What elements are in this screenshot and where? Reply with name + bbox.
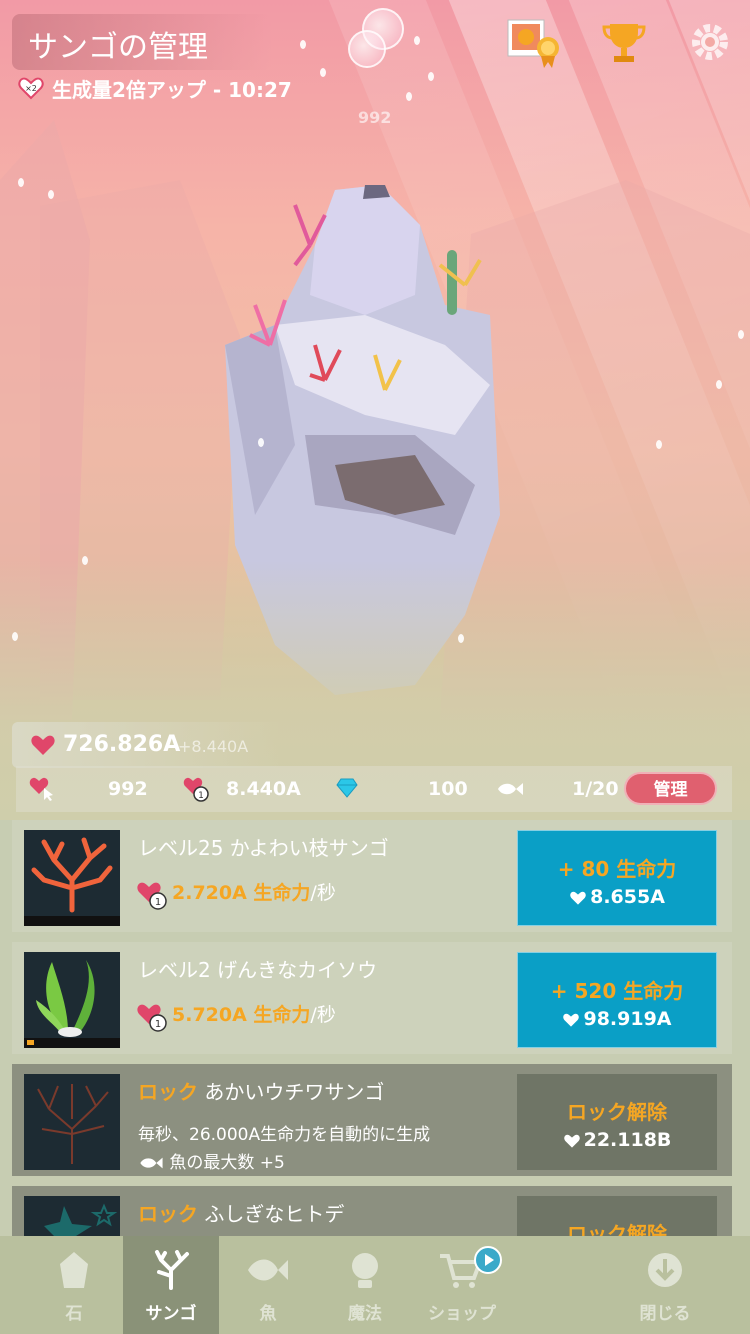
lock-label: ロック	[138, 1202, 198, 1226]
buy-gain: + 80 生命力	[557, 857, 677, 881]
unlock-label: ロック解除	[567, 1222, 667, 1236]
heart-boost-icon: ×2	[18, 77, 44, 100]
item-rate: 2.720A 生命力/秒	[172, 882, 336, 904]
unlock-button[interactable]: ロック解除 22.118B	[517, 1074, 717, 1170]
tab-label: サンゴ	[145, 1304, 197, 1324]
buy-gain: + 520 生命力	[550, 979, 684, 1003]
auto-heart-icon: 1	[183, 777, 209, 802]
page-title: サンゴの管理	[28, 30, 208, 65]
sea-fan-silhouette	[37, 1084, 109, 1164]
item-description: 毎秒、26.000A生命力を自動的に生成	[138, 1125, 431, 1145]
floating-counter: 992	[358, 108, 392, 127]
starfish-silhouette	[44, 1203, 118, 1236]
starfish-thumbnail[interactable]	[24, 1196, 120, 1236]
branch-coral-image	[31, 837, 113, 913]
tab-coral[interactable]: サンゴ	[123, 1236, 219, 1334]
auto-heart-icon: 1	[137, 882, 167, 910]
buy-cost: 98.919A	[518, 1008, 716, 1030]
settings-gear-icon[interactable]	[686, 18, 734, 66]
gem-count: 100	[428, 778, 468, 800]
svg-text:1: 1	[155, 1019, 161, 1030]
lock-label: ロック	[138, 1080, 198, 1104]
fish-icon	[498, 783, 523, 795]
per-second-value: 8.440A	[226, 778, 301, 800]
level-up-button[interactable]: + 80 生命力 8.655A	[517, 830, 717, 926]
fish-icon	[140, 1157, 163, 1169]
tab-label: 石	[65, 1304, 83, 1324]
coral-item-row: レベル2 げんきなカイソウ 1 5.720A 生命力/秒 + 520 生命力 9…	[12, 942, 732, 1054]
heart-icon	[31, 735, 55, 755]
unlock-label: ロック解除	[567, 1100, 667, 1124]
tab-label: 閉じる	[639, 1304, 691, 1324]
seaweed-image	[36, 960, 95, 1037]
tap-count: 992	[108, 778, 148, 800]
close-down-icon	[648, 1253, 682, 1287]
level-up-button[interactable]: + 520 生命力 98.919A	[517, 952, 717, 1048]
heart-icon	[563, 1134, 580, 1148]
item-name: ロック あかいウチワサンゴ	[138, 1080, 385, 1104]
tab-label: 魚	[259, 1304, 277, 1324]
branch-coral-thumbnail[interactable]	[24, 830, 120, 926]
magic-icon	[352, 1253, 378, 1288]
locked-item-row: ロック あかいウチワサンゴ 毎秒、26.000A生命力を自動的に生成 魚の最大数…	[12, 1064, 732, 1176]
auto-heart-icon: 1	[137, 1004, 167, 1032]
level-progress	[27, 1040, 34, 1045]
boost-timer-text: 生成量2倍アップ - 10:27	[52, 78, 292, 102]
coral-item-row: レベル25 かよわい枝サンゴ 1 2.720A 生命力/秒 + 80 生命力 8…	[12, 820, 732, 932]
tab-label: ショップ	[428, 1304, 496, 1324]
tap-heart-icon	[29, 777, 53, 801]
item-name: レベル25 かよわい枝サンゴ	[138, 836, 389, 860]
video-play-icon[interactable]	[474, 1246, 502, 1274]
trophy-icon[interactable]	[600, 18, 648, 66]
tab-fish[interactable]: 魚	[220, 1236, 316, 1334]
sea-fan-thumbnail[interactable]	[24, 1074, 120, 1170]
item-rate: 5.720A 生命力/秒	[172, 1004, 336, 1026]
fish-icon	[248, 1259, 288, 1281]
stone-icon	[60, 1252, 88, 1288]
life-total: 726.826A	[63, 732, 181, 757]
heart-icon	[570, 891, 586, 905]
photo-album-icon[interactable]	[506, 18, 564, 70]
item-bonus: 魚の最大数 +5	[138, 1148, 285, 1173]
boost-badge: ×2	[25, 84, 37, 93]
unlock-button[interactable]: ロック解除	[517, 1196, 717, 1236]
tab-stone[interactable]: 石	[26, 1236, 122, 1334]
floating-heart-bubble[interactable]	[348, 30, 386, 68]
svg-text:1: 1	[198, 791, 204, 801]
fish-count: 1/20	[572, 778, 619, 800]
tab-close[interactable]: 閉じる	[617, 1236, 713, 1334]
buy-cost-value: 98.919A	[583, 1008, 672, 1030]
coral-icon	[155, 1250, 189, 1290]
heart-icon	[563, 1013, 580, 1027]
tab-magic[interactable]: 魔法	[317, 1236, 413, 1334]
locked-item-row: ロック ふしぎなヒトデ ロック解除	[12, 1186, 732, 1236]
item-name: ロック ふしぎなヒトデ	[138, 1202, 345, 1226]
buy-cost-value: 8.655A	[590, 886, 665, 908]
life-rate: +8.440A	[178, 737, 249, 756]
manage-button[interactable]: 管理	[624, 772, 717, 805]
svg-text:1: 1	[155, 897, 161, 908]
tab-label: 魔法	[348, 1304, 382, 1324]
buy-cost: 8.655A	[518, 886, 716, 908]
item-name: レベル2 げんきなカイソウ	[138, 958, 378, 982]
gem-icon	[336, 778, 358, 798]
seaweed-thumbnail[interactable]	[24, 952, 120, 1048]
unlock-cost: 22.118B	[517, 1129, 717, 1151]
